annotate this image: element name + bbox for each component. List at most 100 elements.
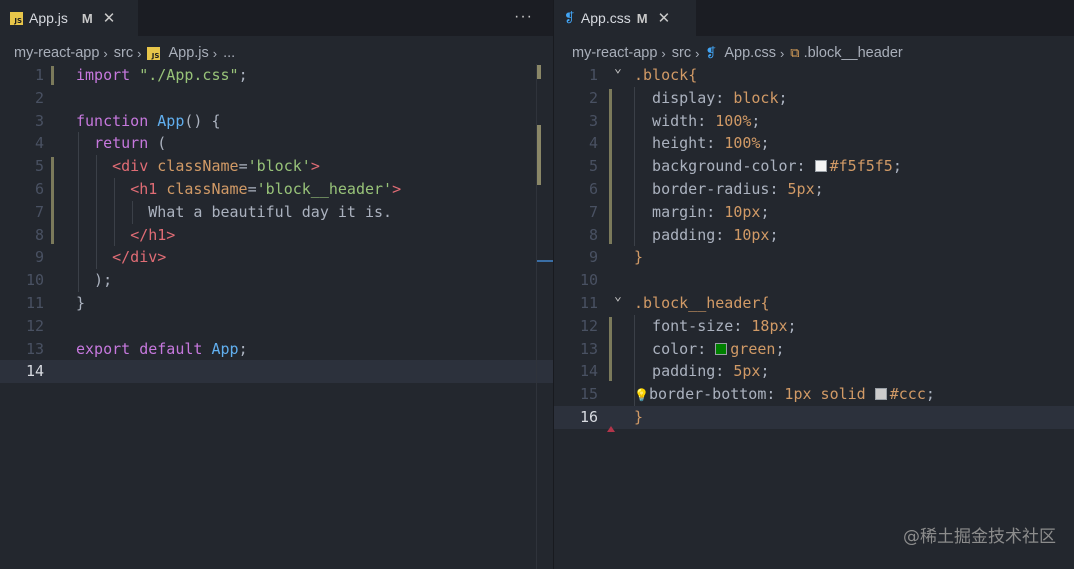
close-icon[interactable]: ✕ <box>103 9 116 27</box>
code-token: = <box>238 157 248 176</box>
code-line[interactable]: 9 </div> <box>0 246 553 269</box>
code-line[interactable]: 11 .block__header{ <box>554 292 1074 315</box>
code-line[interactable]: 13 color: green; <box>554 338 1074 361</box>
breadcrumb-item[interactable]: .block__header <box>804 45 903 61</box>
code-line[interactable]: 9} <box>554 246 1074 269</box>
code-token: ; <box>751 111 761 130</box>
code-line[interactable]: 12 <box>0 315 553 338</box>
code-line[interactable]: 13 export default App; <box>0 338 553 361</box>
code-line[interactable]: 3 function App() { <box>0 110 553 133</box>
breadcrumb-item[interactable]: my-react-app <box>572 45 657 61</box>
code-token: ; <box>925 385 935 404</box>
more-actions-icon[interactable]: ··· <box>514 8 533 26</box>
code-line[interactable]: 4 height: 100%; <box>554 132 1074 155</box>
code-text: } <box>634 406 643 429</box>
lightbulb-icon[interactable]: 💡 <box>634 388 649 402</box>
code-line[interactable]: 12 font-size: 18px; <box>554 315 1074 338</box>
code-line[interactable]: 6 border-radius: 5px; <box>554 178 1074 201</box>
code-token: 1px solid <box>784 385 875 404</box>
line-number: 3 <box>588 111 598 130</box>
code-line[interactable]: 10 ); <box>0 269 553 292</box>
code-line[interactable]: 14 <box>0 360 553 384</box>
indent-guide <box>634 86 635 247</box>
git-change-marker[interactable] <box>609 316 612 382</box>
code-text: .block{ <box>634 64 697 87</box>
code-text: padding: 5px; <box>634 360 769 383</box>
code-token: "./App.css" <box>139 66 239 84</box>
indent-guide <box>634 314 635 406</box>
code-text: return ( <box>76 132 166 155</box>
code-line[interactable]: 8 padding: 10px; <box>554 224 1074 247</box>
code-text: display: block; <box>634 87 787 110</box>
tab-label: App.css <box>580 10 631 26</box>
code-line[interactable]: 15 💡border-bottom: 1px solid #ccc; <box>554 383 1074 406</box>
code-token: 'block__header' <box>256 180 393 198</box>
color-swatch-icon[interactable] <box>715 342 728 355</box>
tab-app-css[interactable]: ❡ App.css M ✕ <box>554 0 696 36</box>
code-line[interactable]: 1 .block{ <box>554 64 1074 87</box>
code-line[interactable]: 7 margin: 10px; <box>554 201 1074 224</box>
breadcrumb: my-react-app › src › JS App.js › ... <box>14 42 235 64</box>
tab-app-js[interactable]: JS App.js M ✕ <box>0 0 138 36</box>
git-deletion-marker[interactable] <box>607 425 615 432</box>
line-number: 15 <box>579 385 598 404</box>
code-line[interactable]: 5 background-color: #f5f5f5; <box>554 155 1074 178</box>
code-token: ; <box>892 157 902 176</box>
code-text: color: green; <box>634 338 784 361</box>
code-line[interactable]: 14 padding: 5px; <box>554 360 1074 383</box>
code-text: margin: 10px; <box>634 201 769 224</box>
code-line[interactable]: 7 What a beautiful day it is. <box>0 201 553 224</box>
code-text: border-radius: 5px; <box>634 178 824 201</box>
code-line[interactable]: 1 import "./App.css"; <box>0 64 553 87</box>
code-line[interactable]: 2 <box>0 87 553 110</box>
scrollbar-track[interactable] <box>536 64 537 569</box>
line-number: 6 <box>588 180 598 198</box>
breadcrumb-item[interactable]: src <box>672 45 691 61</box>
code-line[interactable]: 11} <box>0 292 553 315</box>
fold-chevron-icon[interactable]: ⌄ <box>614 61 622 76</box>
symbol-class-icon: ⧉ <box>790 45 800 61</box>
code-text: width: 100%; <box>634 110 760 133</box>
code-token: color: <box>634 339 716 358</box>
breadcrumb-item[interactable]: App.css <box>724 45 776 61</box>
git-change-marker[interactable] <box>51 157 54 245</box>
breadcrumb-item[interactable]: src <box>114 45 133 61</box>
code-line[interactable]: 16} <box>554 406 1074 429</box>
code-text: padding: 10px; <box>634 224 778 247</box>
fold-chevron-icon[interactable]: ⌄ <box>614 289 622 304</box>
code-text: What a beautiful day it is. <box>76 201 392 224</box>
breadcrumb-item[interactable]: App.js <box>168 45 208 61</box>
code-token: green <box>730 339 776 358</box>
breadcrumb-item[interactable]: ... <box>223 45 235 61</box>
line-number: 2 <box>588 88 598 107</box>
line-number: 6 <box>34 180 44 198</box>
line-number: 5 <box>34 157 44 176</box>
code-editor[interactable]: 1 import "./App.css"; 2 3 function App() {4 … <box>0 64 553 569</box>
code-token: <div <box>112 157 158 176</box>
line-number: 9 <box>34 248 44 267</box>
chevron-right-icon: › <box>103 45 108 61</box>
code-line[interactable]: 2 display: block; <box>554 87 1074 110</box>
code-line[interactable]: 3 width: 100%; <box>554 110 1074 133</box>
code-token: 5px <box>787 180 815 198</box>
code-line[interactable]: 8 </h1> <box>0 224 553 247</box>
code-token: { <box>688 66 698 84</box>
git-change-marker[interactable] <box>609 88 612 245</box>
breadcrumb-item[interactable]: my-react-app <box>14 45 99 61</box>
code-editor[interactable]: 1 .block{2 display: block; 3 width: 100%; 4… <box>554 61 1074 569</box>
close-icon[interactable]: ✕ <box>658 9 671 27</box>
code-line[interactable]: 5 <div className='block'> <box>0 155 553 178</box>
code-token: </h1> <box>130 225 176 244</box>
git-change-marker[interactable] <box>51 66 54 85</box>
code-text: height: 100%; <box>634 132 769 155</box>
code-line[interactable]: 6 <h1 className='block__header'> <box>0 178 553 201</box>
code-line[interactable]: 4 return ( <box>0 132 553 155</box>
code-token: } <box>76 294 86 312</box>
color-swatch-icon[interactable] <box>814 160 827 173</box>
color-swatch-icon[interactable] <box>874 388 887 401</box>
code-line[interactable]: 10 <box>554 269 1074 292</box>
code-token: height: <box>634 134 725 153</box>
code-text: import "./App.css"; <box>76 64 248 87</box>
code-text: function App() { <box>76 110 221 133</box>
